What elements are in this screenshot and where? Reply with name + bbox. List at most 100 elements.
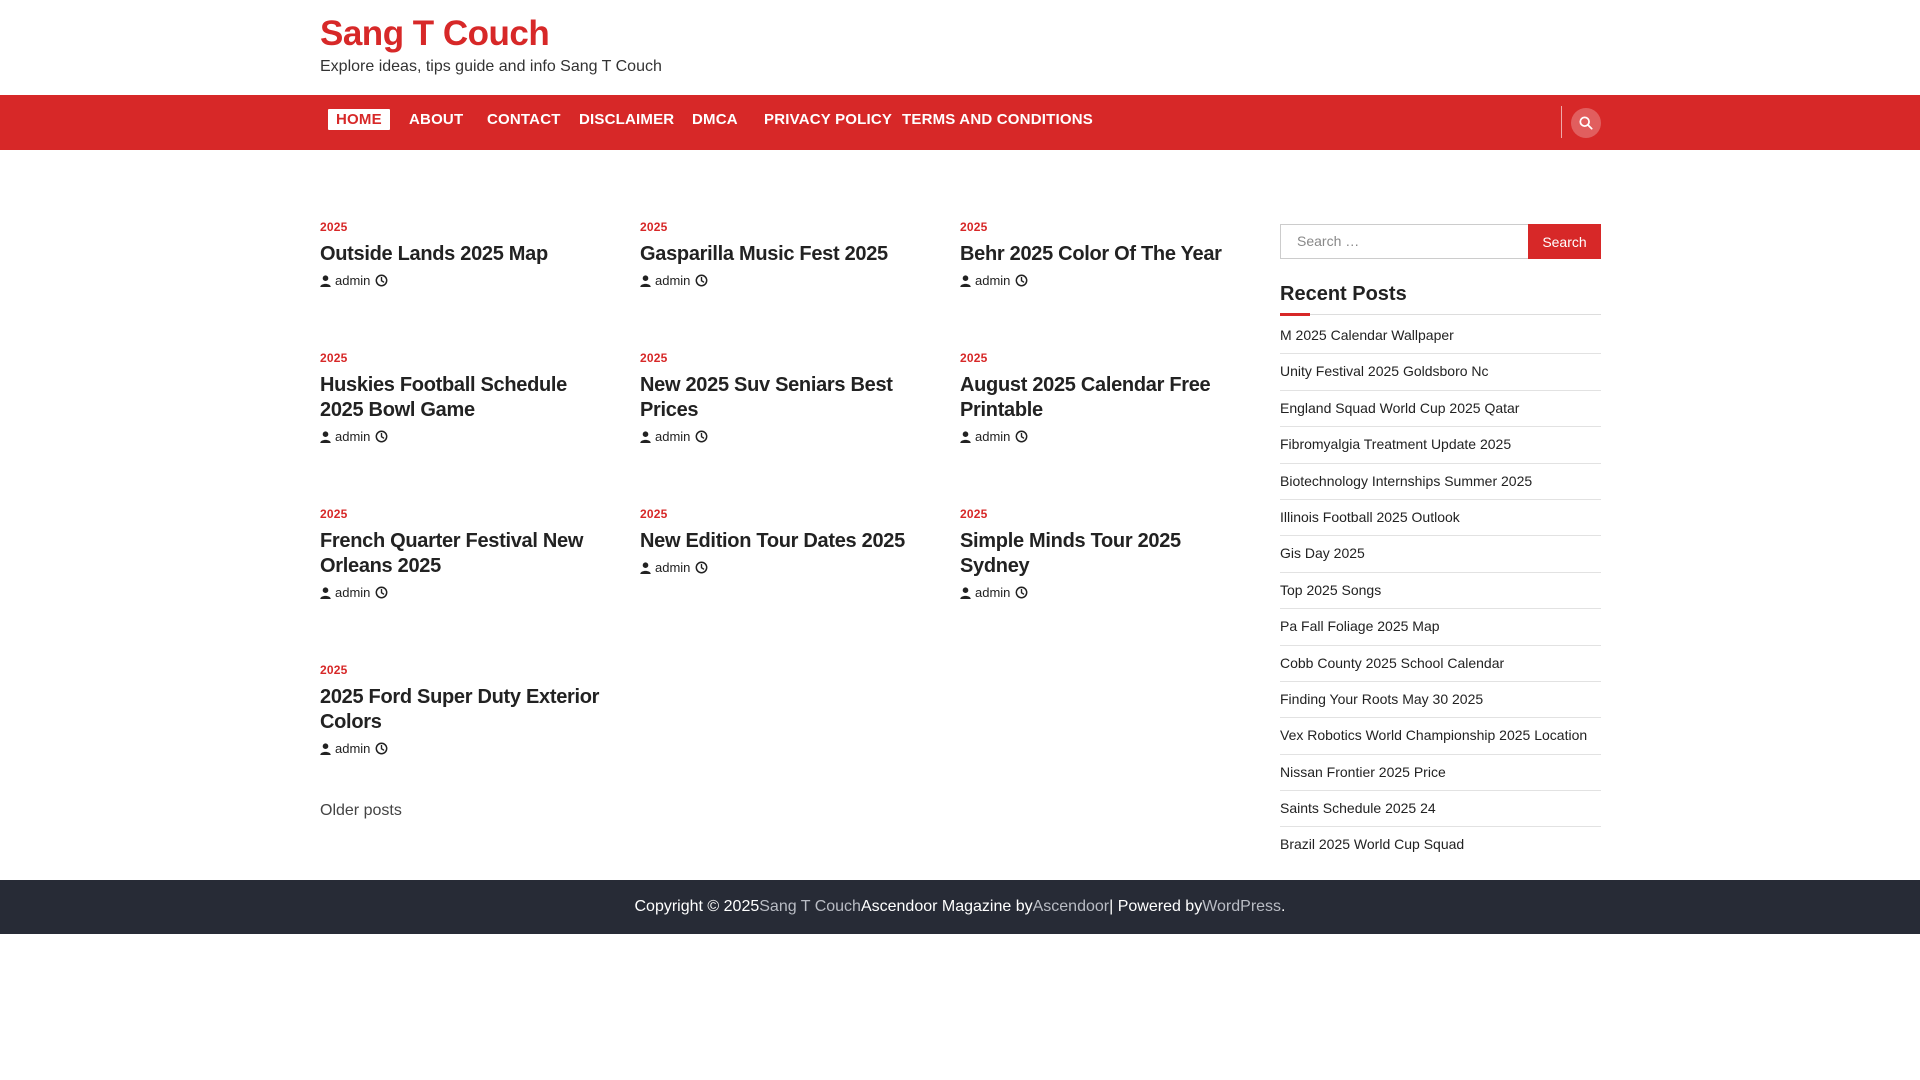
post-author[interactable]: admin [335, 273, 370, 288]
recent-post-item[interactable]: Finding Your Roots May 30 2025 [1280, 682, 1601, 719]
post-title[interactable]: August 2025 Calendar Free Printable [960, 373, 1250, 423]
post-category[interactable]: 2025 [320, 507, 610, 521]
clock-icon [375, 586, 388, 599]
footer-theme-text: Ascendoor Magazine by [860, 898, 1033, 915]
nav-item-dmca[interactable]: DMCA [692, 111, 738, 128]
post-meta: admin [320, 585, 610, 600]
user-icon [640, 430, 651, 443]
nav-item-disclaimer[interactable]: DISCLAIMER [579, 111, 674, 128]
post-meta: admin [320, 429, 610, 444]
post-category[interactable]: 2025 [640, 220, 930, 234]
post-meta: admin [640, 429, 930, 444]
footer-end: . [1281, 898, 1286, 915]
footer-powered-text: | Powered by [1109, 898, 1203, 915]
site-tagline: Explore ideas, tips guide and info Sang … [320, 58, 662, 75]
post-category[interactable]: 2025 [960, 351, 1250, 365]
recent-post-item[interactable]: Vex Robotics World Championship 2025 Loc… [1280, 718, 1601, 755]
nav-search-button[interactable] [1571, 108, 1601, 138]
post-title[interactable]: 2025 Ford Super Duty Exterior Colors [320, 685, 610, 735]
post-author[interactable]: admin [655, 560, 690, 575]
recent-post-item[interactable]: Cobb County 2025 School Calendar [1280, 646, 1601, 682]
user-icon [640, 561, 651, 574]
clock-icon [695, 274, 708, 287]
recent-post-item[interactable]: Fibromyalgia Treatment Update 2025 [1280, 427, 1601, 464]
post-author[interactable]: admin [975, 429, 1010, 444]
nav-item-home[interactable]: HOME [328, 109, 390, 130]
footer-theme-link[interactable]: Ascendoor [1033, 898, 1110, 916]
post-category[interactable]: 2025 [960, 220, 1250, 234]
post-category[interactable]: 2025 [320, 220, 610, 234]
recent-post-item[interactable]: Biotechnology Internships Summer 2025 [1280, 464, 1601, 500]
post-meta: admin [320, 741, 610, 756]
post-card: 2025 August 2025 Calendar Free Printable a… [960, 351, 1250, 444]
post-meta: admin [640, 560, 930, 575]
main-navigation: HOME ABOUT CONTACT DISCLAIMER DMCA PRIVA… [0, 95, 1920, 150]
post-card: 2025 Huskies Football Schedule 2025 Bowl … [320, 351, 610, 444]
post-title[interactable]: Huskies Football Schedule 2025 Bowl Game [320, 373, 610, 423]
post-title[interactable]: Simple Minds Tour 2025 Sydney [960, 529, 1250, 579]
nav-item-about[interactable]: ABOUT [409, 111, 463, 128]
post-author[interactable]: admin [975, 585, 1010, 600]
recent-post-item[interactable]: Top 2025 Songs [1280, 573, 1601, 610]
post-author[interactable]: admin [655, 429, 690, 444]
site-title[interactable]: Sang T Couch [320, 14, 550, 54]
clock-icon [1015, 430, 1028, 443]
post-card: 2025 Outside Lands 2025 Map admin [320, 220, 610, 288]
user-icon [320, 430, 331, 443]
post-category[interactable]: 2025 [640, 507, 930, 521]
post-category[interactable]: 2025 [640, 351, 930, 365]
recent-post-item[interactable]: M 2025 Calendar Wallpaper [1280, 318, 1601, 355]
sidebar-search-input[interactable]: Search … [1280, 224, 1530, 259]
post-meta: admin [960, 273, 1250, 288]
recent-post-item[interactable]: Pa Fall Foliage 2025 Map [1280, 609, 1601, 646]
post-author[interactable]: admin [975, 273, 1010, 288]
recent-post-item[interactable]: England Squad World Cup 2025 Qatar [1280, 391, 1601, 428]
recent-posts-title: Recent Posts [1280, 283, 1407, 305]
user-icon [960, 274, 971, 287]
post-meta: admin [960, 585, 1250, 600]
post-author[interactable]: admin [335, 741, 370, 756]
nav-item-contact[interactable]: CONTACT [487, 111, 561, 128]
post-author[interactable]: admin [335, 429, 370, 444]
footer-wordpress-link[interactable]: WordPress [1202, 898, 1281, 916]
post-title[interactable]: Gasparilla Music Fest 2025 [640, 242, 930, 267]
site-header: Sang T Couch Explore ideas, tips guide a… [0, 0, 1920, 95]
post-category[interactable]: 2025 [960, 507, 1250, 521]
older-posts-link[interactable]: Older posts [320, 802, 402, 820]
sidebar-search-button[interactable]: Search [1528, 224, 1601, 259]
post-card: 2025 2025 Ford Super Duty Exterior Colors… [320, 663, 610, 756]
post-author[interactable]: admin [335, 585, 370, 600]
post-card: 2025 New 2025 Suv Seniars Best Prices admi… [640, 351, 930, 444]
post-title[interactable]: New Edition Tour Dates 2025 [640, 529, 930, 554]
clock-icon [695, 430, 708, 443]
clock-icon [375, 274, 388, 287]
recent-post-item[interactable]: Nissan Frontier 2025 Price [1280, 755, 1601, 792]
nav-item-terms-and-conditions[interactable]: TERMS AND CONDITIONS [902, 111, 1093, 128]
post-title[interactable]: Outside Lands 2025 Map [320, 242, 610, 267]
recent-post-item[interactable]: Saints Schedule 2025 24 [1280, 791, 1601, 828]
post-card: 2025 Simple Minds Tour 2025 Sydney admin [960, 507, 1250, 600]
user-icon [320, 586, 331, 599]
footer-site-link[interactable]: Sang T Couch [759, 898, 861, 916]
recent-post-item[interactable]: Brazil 2025 World Cup Squad [1280, 827, 1601, 863]
post-author[interactable]: admin [655, 273, 690, 288]
post-title[interactable]: New 2025 Suv Seniars Best Prices [640, 373, 930, 423]
post-card: 2025 Behr 2025 Color Of The Year admin [960, 220, 1250, 288]
clock-icon [695, 561, 708, 574]
recent-post-item[interactable]: Unity Festival 2025 Goldsboro Nc [1280, 354, 1601, 391]
user-icon [320, 742, 331, 755]
recent-post-item[interactable]: Illinois Football 2025 Outlook [1280, 500, 1601, 537]
post-meta: admin [960, 429, 1250, 444]
post-meta: admin [320, 273, 610, 288]
post-title[interactable]: French Quarter Festival New Orleans 2025 [320, 529, 610, 579]
post-category[interactable]: 2025 [320, 351, 610, 365]
recent-posts-list: M 2025 Calendar Wallpaper Unity Festival … [1280, 318, 1601, 864]
recent-post-item[interactable]: Gis Day 2025 [1280, 536, 1601, 573]
nav-item-privacy-policy[interactable]: PRIVACY POLICY [764, 111, 892, 128]
post-card: 2025 New Edition Tour Dates 2025 admin [640, 507, 930, 575]
post-card: 2025 Gasparilla Music Fest 2025 admin [640, 220, 930, 288]
post-category[interactable]: 2025 [320, 663, 610, 677]
widget-divider [1280, 314, 1601, 315]
user-icon [960, 586, 971, 599]
post-title[interactable]: Behr 2025 Color Of The Year [960, 242, 1250, 267]
